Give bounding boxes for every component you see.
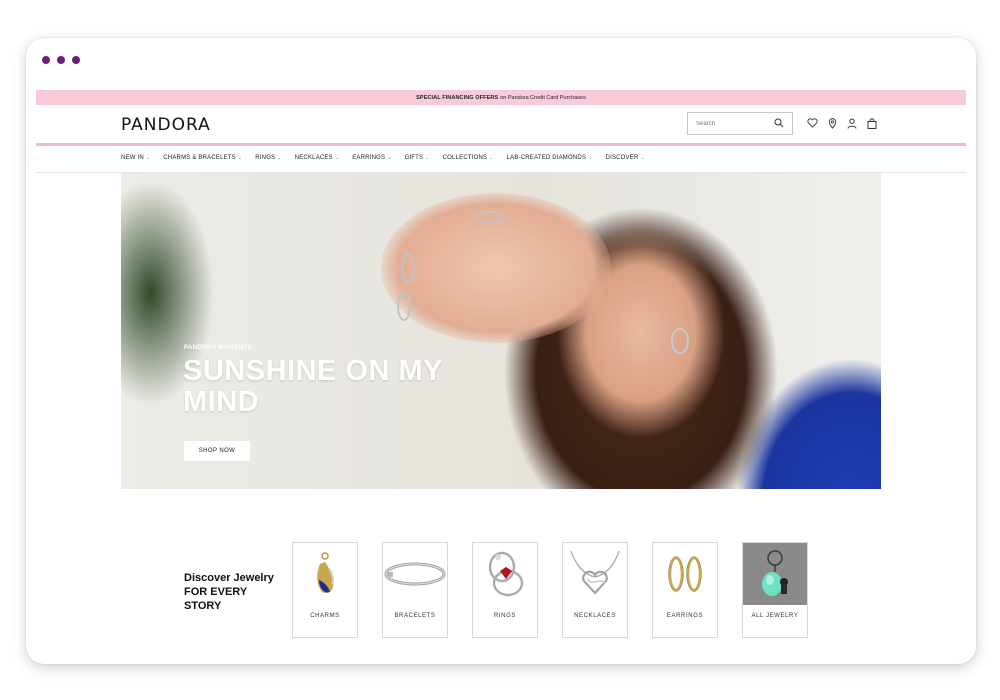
browser-window: SPECIAL FINANCING OFFERS on Pandora Cred… <box>26 38 976 664</box>
nav-item-discover[interactable]: DISCOVER ⌄ <box>606 155 645 161</box>
chevron-down-icon: ⌄ <box>425 155 430 161</box>
category-tile-rings[interactable]: RINGS <box>472 542 538 638</box>
header-icons <box>806 117 878 129</box>
charm-icon <box>293 543 357 605</box>
hero-headline: SUNSHINE ON MY MIND <box>183 355 443 418</box>
category-label: NECKLACES <box>574 613 616 619</box>
search-input[interactable] <box>696 120 766 127</box>
nav-item-necklaces[interactable]: NECKLACES ⌄ <box>295 155 340 161</box>
chevron-down-icon: ⌄ <box>387 155 392 161</box>
nav-item-earrings[interactable]: EARRINGS ⌄ <box>352 155 391 161</box>
earring-icon <box>653 543 717 605</box>
category-tile-bracelets[interactable]: BRACELETS <box>382 542 448 638</box>
chevron-down-icon: ⌄ <box>489 155 494 161</box>
chevron-down-icon: ⌄ <box>334 155 340 161</box>
bracelet-icon <box>383 543 447 605</box>
window-dot-icon[interactable] <box>42 56 50 64</box>
necklace-icon <box>563 543 627 605</box>
nav-item-rings[interactable]: RINGS ⌄ <box>255 155 281 161</box>
earring-icon <box>671 328 689 354</box>
main-nav: NEW IN ⌄ CHARMS & BRACELETS ⌄ RINGS ⌄ NECKL… <box>36 146 966 173</box>
discover-heading: Discover Jewelry FOR EVERY STORY <box>184 572 274 612</box>
chevron-down-icon: ⌄ <box>588 155 593 161</box>
heart-icon[interactable] <box>806 117 818 129</box>
category-tile-charms[interactable]: CHARMS <box>292 542 358 638</box>
location-pin-icon[interactable] <box>826 117 838 129</box>
chevron-down-icon: ⌄ <box>640 155 645 161</box>
ring-icon <box>397 291 411 321</box>
promo-banner[interactable]: SPECIAL FINANCING OFFERS on Pandora Cred… <box>36 90 966 105</box>
shopping-bag-icon[interactable] <box>866 117 878 129</box>
category-tile-necklaces[interactable]: NECKLACES <box>562 542 628 638</box>
nav-item-charms-bracelets[interactable]: CHARMS & BRACELETS ⌄ <box>163 155 242 161</box>
category-label: BRACELETS <box>394 613 436 619</box>
promo-bold-text: SPECIAL FINANCING OFFERS <box>416 94 499 101</box>
promo-text: on Pandora Credit Card Purchases <box>500 94 586 101</box>
window-controls <box>42 56 80 64</box>
ring-icon <box>401 253 415 283</box>
category-label: EARRINGS <box>666 613 704 619</box>
search-box[interactable] <box>687 112 793 135</box>
user-icon[interactable] <box>846 117 858 129</box>
window-dot-icon[interactable] <box>72 56 80 64</box>
chevron-down-icon: ⌄ <box>277 155 282 161</box>
ring-icon <box>477 211 505 223</box>
chevron-down-icon: ⌄ <box>145 155 151 161</box>
nav-item-new-in[interactable]: NEW IN ⌄ <box>121 155 150 161</box>
hero-eyebrow: PANDORA MOMENTS <box>184 345 252 351</box>
glow-charm-icon <box>743 543 807 605</box>
window-dot-icon[interactable] <box>57 56 65 64</box>
category-label: ALL JEWELRY <box>751 613 799 619</box>
category-tile-earrings[interactable]: EARRINGS <box>652 542 718 638</box>
hero-banner[interactable]: PANDORA MOMENTS SUNSHINE ON MY MIND SHOP… <box>121 173 881 489</box>
category-tile-all-jewelry[interactable]: ALL JEWELRY <box>742 542 808 638</box>
nav-item-gifts[interactable]: GIFTS ⌄ <box>405 155 430 161</box>
pandora-logo[interactable]: PANDORA <box>121 115 211 135</box>
shop-now-button[interactable]: SHOP NOW <box>184 441 250 461</box>
category-label: RINGS <box>493 613 516 619</box>
ring-icon <box>473 543 537 605</box>
category-label: CHARMS <box>310 613 340 619</box>
search-icon[interactable] <box>774 118 784 130</box>
nav-item-collections[interactable]: COLLECTIONS ⌄ <box>443 155 494 161</box>
nav-item-lab-created-diamonds[interactable]: LAB-CREATED DIAMONDS ⌄ <box>507 155 593 161</box>
category-tiles: CHARMS BRACELETS RINGS NECKLACES EARRING… <box>292 542 808 638</box>
site-header: PANDORA <box>36 105 966 143</box>
chevron-down-icon: ⌄ <box>237 155 243 161</box>
